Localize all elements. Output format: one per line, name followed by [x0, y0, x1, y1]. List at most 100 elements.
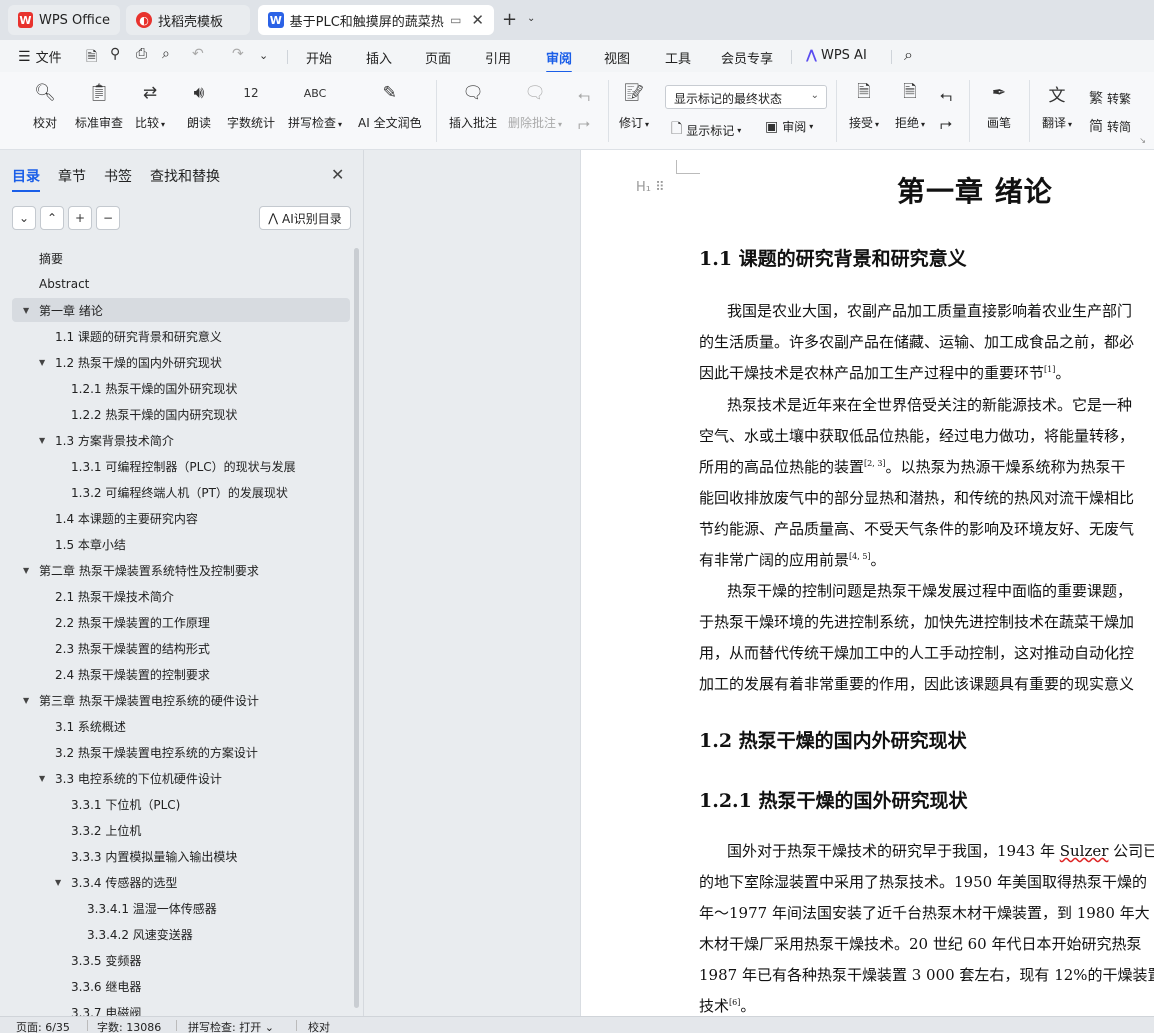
- undo-icon[interactable]: ↶: [192, 46, 204, 62]
- file-menu[interactable]: ☰ 文件: [18, 47, 62, 67]
- tab-daoke-templates[interactable]: ◐ 找稻壳模板: [126, 5, 250, 35]
- read-aloud-button[interactable]: 🔊︎ 朗读: [186, 80, 212, 131]
- toc-item[interactable]: 1.5 本章小结: [12, 532, 350, 556]
- share-icon[interactable]: ⚲: [110, 46, 120, 62]
- next-comment-icon[interactable]: ⮣: [578, 114, 590, 132]
- close-icon[interactable]: ✕: [331, 165, 344, 184]
- toc-item[interactable]: ▼ 第三章 热泵干燥装置电控系统的硬件设计: [12, 688, 350, 712]
- toc-item[interactable]: 2.2 热泵干燥装置的工作原理: [12, 610, 350, 634]
- toc-item[interactable]: 3.3.4.2 风速变送器: [12, 922, 350, 946]
- insert-comment-button[interactable]: 🗨︎ 插入批注: [449, 80, 497, 131]
- toc-item[interactable]: 3.3.7 电磁阀: [12, 1000, 350, 1017]
- chevron-down-icon[interactable]: ⌄: [259, 49, 268, 62]
- expand-all-button[interactable]: ⌄: [12, 206, 36, 230]
- word-count-button[interactable]: 12 字数统计: [227, 80, 275, 131]
- toc-item[interactable]: 1.2.1 热泵干燥的国外研究现状: [12, 376, 350, 400]
- track-changes-button[interactable]: 📝︎ 修订 ▾: [619, 80, 649, 131]
- spell-check-button[interactable]: ABC 拼写检查 ▾: [288, 80, 342, 131]
- heading-drag-handle-icon[interactable]: H₁ ⠿: [636, 180, 665, 195]
- tab-wps-office[interactable]: W WPS Office: [8, 5, 120, 35]
- expand-triangle-icon[interactable]: ▼: [23, 306, 29, 315]
- display-mode-select[interactable]: 显示标记的最终状态 ⌄: [665, 85, 827, 109]
- toc-item[interactable]: 3.2 热泵干燥装置电控系统的方案设计: [12, 740, 350, 764]
- wps-ai-button[interactable]: ⋀ WPS AI: [806, 48, 867, 63]
- expand-triangle-icon[interactable]: ▼: [39, 774, 45, 783]
- toc-scrollbar[interactable]: [354, 248, 359, 1008]
- menu-page[interactable]: 页面: [425, 48, 451, 67]
- toc-item[interactable]: 3.3.3 内置模拟量输入输出模块: [12, 844, 350, 868]
- save-icon[interactable]: 🗎: [86, 46, 97, 70]
- expand-triangle-icon[interactable]: ▼: [39, 358, 45, 367]
- accept-button[interactable]: 🗎 接受 ▾: [849, 80, 879, 131]
- translate-button[interactable]: 文 翻译 ▾: [1042, 80, 1072, 131]
- next-change-icon[interactable]: ⮣: [940, 114, 952, 132]
- proofread-button[interactable]: 🔍︎ 校对: [32, 80, 58, 131]
- toc-item[interactable]: 3.3.2 上位机: [12, 818, 350, 842]
- review-pane-button[interactable]: ▣ 审阅 ▾: [765, 118, 813, 135]
- toc-item[interactable]: 3.3.6 继电器: [12, 974, 350, 998]
- toc-item[interactable]: 3.3.1 下位机（PLC): [12, 792, 350, 816]
- ai-recognize-toc-button[interactable]: ⋀ AI识别目录: [259, 206, 351, 230]
- menu-tools[interactable]: 工具: [665, 48, 691, 67]
- expand-triangle-icon[interactable]: ▼: [23, 566, 29, 575]
- toc-item[interactable]: 2.4 热泵干燥装置的控制要求: [12, 662, 350, 686]
- show-markup-button[interactable]: 🗋︎ 显示标记 ▾: [671, 118, 741, 142]
- toc-item[interactable]: ▼ 第一章 绪论: [12, 298, 350, 322]
- toc-item[interactable]: 2.1 热泵干燥技术简介: [12, 584, 350, 608]
- search-icon[interactable]: ⌕: [904, 45, 913, 65]
- tab-toc[interactable]: 目录: [12, 166, 40, 192]
- page-indicator[interactable]: 页面: 6/35: [16, 1019, 70, 1033]
- menu-start[interactable]: 开始: [306, 48, 332, 67]
- toc-item[interactable]: 1.4 本课题的主要研究内容: [12, 506, 350, 530]
- toc-item[interactable]: ▼ 1.3 方案背景技术简介: [12, 428, 350, 452]
- menu-review[interactable]: 审阅: [546, 48, 573, 73]
- previous-comment-icon[interactable]: ⮢: [578, 86, 590, 104]
- spell-check-indicator[interactable]: 拼写检查: 打开 ⌄: [188, 1019, 274, 1033]
- expand-triangle-icon[interactable]: ▼: [55, 878, 61, 887]
- toc-item[interactable]: 1.3.2 可编程终端人机（PT）的发展现状: [12, 480, 350, 504]
- toc-item[interactable]: ▼ 第二章 热泵干燥装置系统特性及控制要求: [12, 558, 350, 582]
- standard-review-button[interactable]: 📋︎ 标准审查: [75, 80, 123, 131]
- toc-item[interactable]: 3.3.5 变频器: [12, 948, 350, 972]
- ink-button[interactable]: ✒ 画笔: [986, 80, 1012, 131]
- remove-heading-button[interactable]: −: [96, 206, 120, 230]
- menu-insert[interactable]: 插入: [366, 48, 392, 67]
- toc-item[interactable]: ▼ 1.2 热泵干燥的国内外研究现状: [12, 350, 350, 374]
- tab-document[interactable]: W 基于PLC和触摸屏的蔬菜热泵 ▭ ✕: [258, 5, 494, 35]
- compare-button[interactable]: ⇄ 比较 ▾: [135, 80, 165, 131]
- to-simplified-button[interactable]: 简 转简: [1089, 116, 1131, 136]
- toc-item[interactable]: 3.3.4.1 温湿一体传感器: [12, 896, 350, 920]
- proofread-indicator[interactable]: 校对: [308, 1019, 330, 1033]
- ai-polish-button[interactable]: ✎ AI 全文润色: [358, 80, 422, 131]
- toc-item[interactable]: 1.1 课题的研究背景和研究意义: [12, 324, 350, 348]
- to-traditional-button[interactable]: 繁 转繁: [1089, 88, 1131, 108]
- toc-item[interactable]: 摘要: [12, 246, 350, 270]
- tab-sections[interactable]: 章节: [58, 166, 86, 186]
- print-icon[interactable]: ⎙: [136, 46, 147, 62]
- toc-item[interactable]: Abstract: [12, 272, 350, 296]
- expand-triangle-icon[interactable]: ▼: [23, 696, 29, 705]
- collapse-all-button[interactable]: ⌃: [40, 206, 64, 230]
- expand-triangle-icon[interactable]: ▼: [39, 436, 45, 445]
- new-tab-icon[interactable]: +: [502, 9, 517, 30]
- menu-reference[interactable]: 引用: [485, 48, 511, 67]
- ribbon-expand-icon[interactable]: ↘: [1139, 136, 1146, 145]
- add-heading-button[interactable]: +: [68, 206, 92, 230]
- close-tab-icon[interactable]: ✕: [471, 11, 484, 29]
- word-count-indicator[interactable]: 字数: 13086: [97, 1019, 161, 1033]
- screen-icon[interactable]: ▭: [450, 13, 461, 27]
- delete-comment-button[interactable]: 🗨︎ 删除批注 ▾: [508, 80, 562, 131]
- previous-change-icon[interactable]: ⮢: [940, 86, 952, 104]
- toc-item[interactable]: 1.2.2 热泵干燥的国内研究现状: [12, 402, 350, 426]
- reject-button[interactable]: 🗎 拒绝 ▾: [895, 80, 925, 131]
- menu-view[interactable]: 视图: [604, 48, 630, 67]
- print-preview-icon[interactable]: ⌕: [162, 46, 170, 62]
- toc-item[interactable]: ▼ 3.3.4 传感器的选型: [12, 870, 350, 894]
- toc-item[interactable]: 3.1 系统概述: [12, 714, 350, 738]
- toc-item[interactable]: 2.3 热泵干燥装置的结构形式: [12, 636, 350, 660]
- toc-item[interactable]: ▼ 3.3 电控系统的下位机硬件设计: [12, 766, 350, 790]
- toc-item[interactable]: 1.3.1 可编程控制器（PLC）的现状与发展: [12, 454, 350, 478]
- tab-find-replace[interactable]: 查找和替换: [150, 166, 220, 186]
- tab-bookmarks[interactable]: 书签: [104, 166, 132, 186]
- chevron-down-icon[interactable]: ⌄: [527, 13, 535, 24]
